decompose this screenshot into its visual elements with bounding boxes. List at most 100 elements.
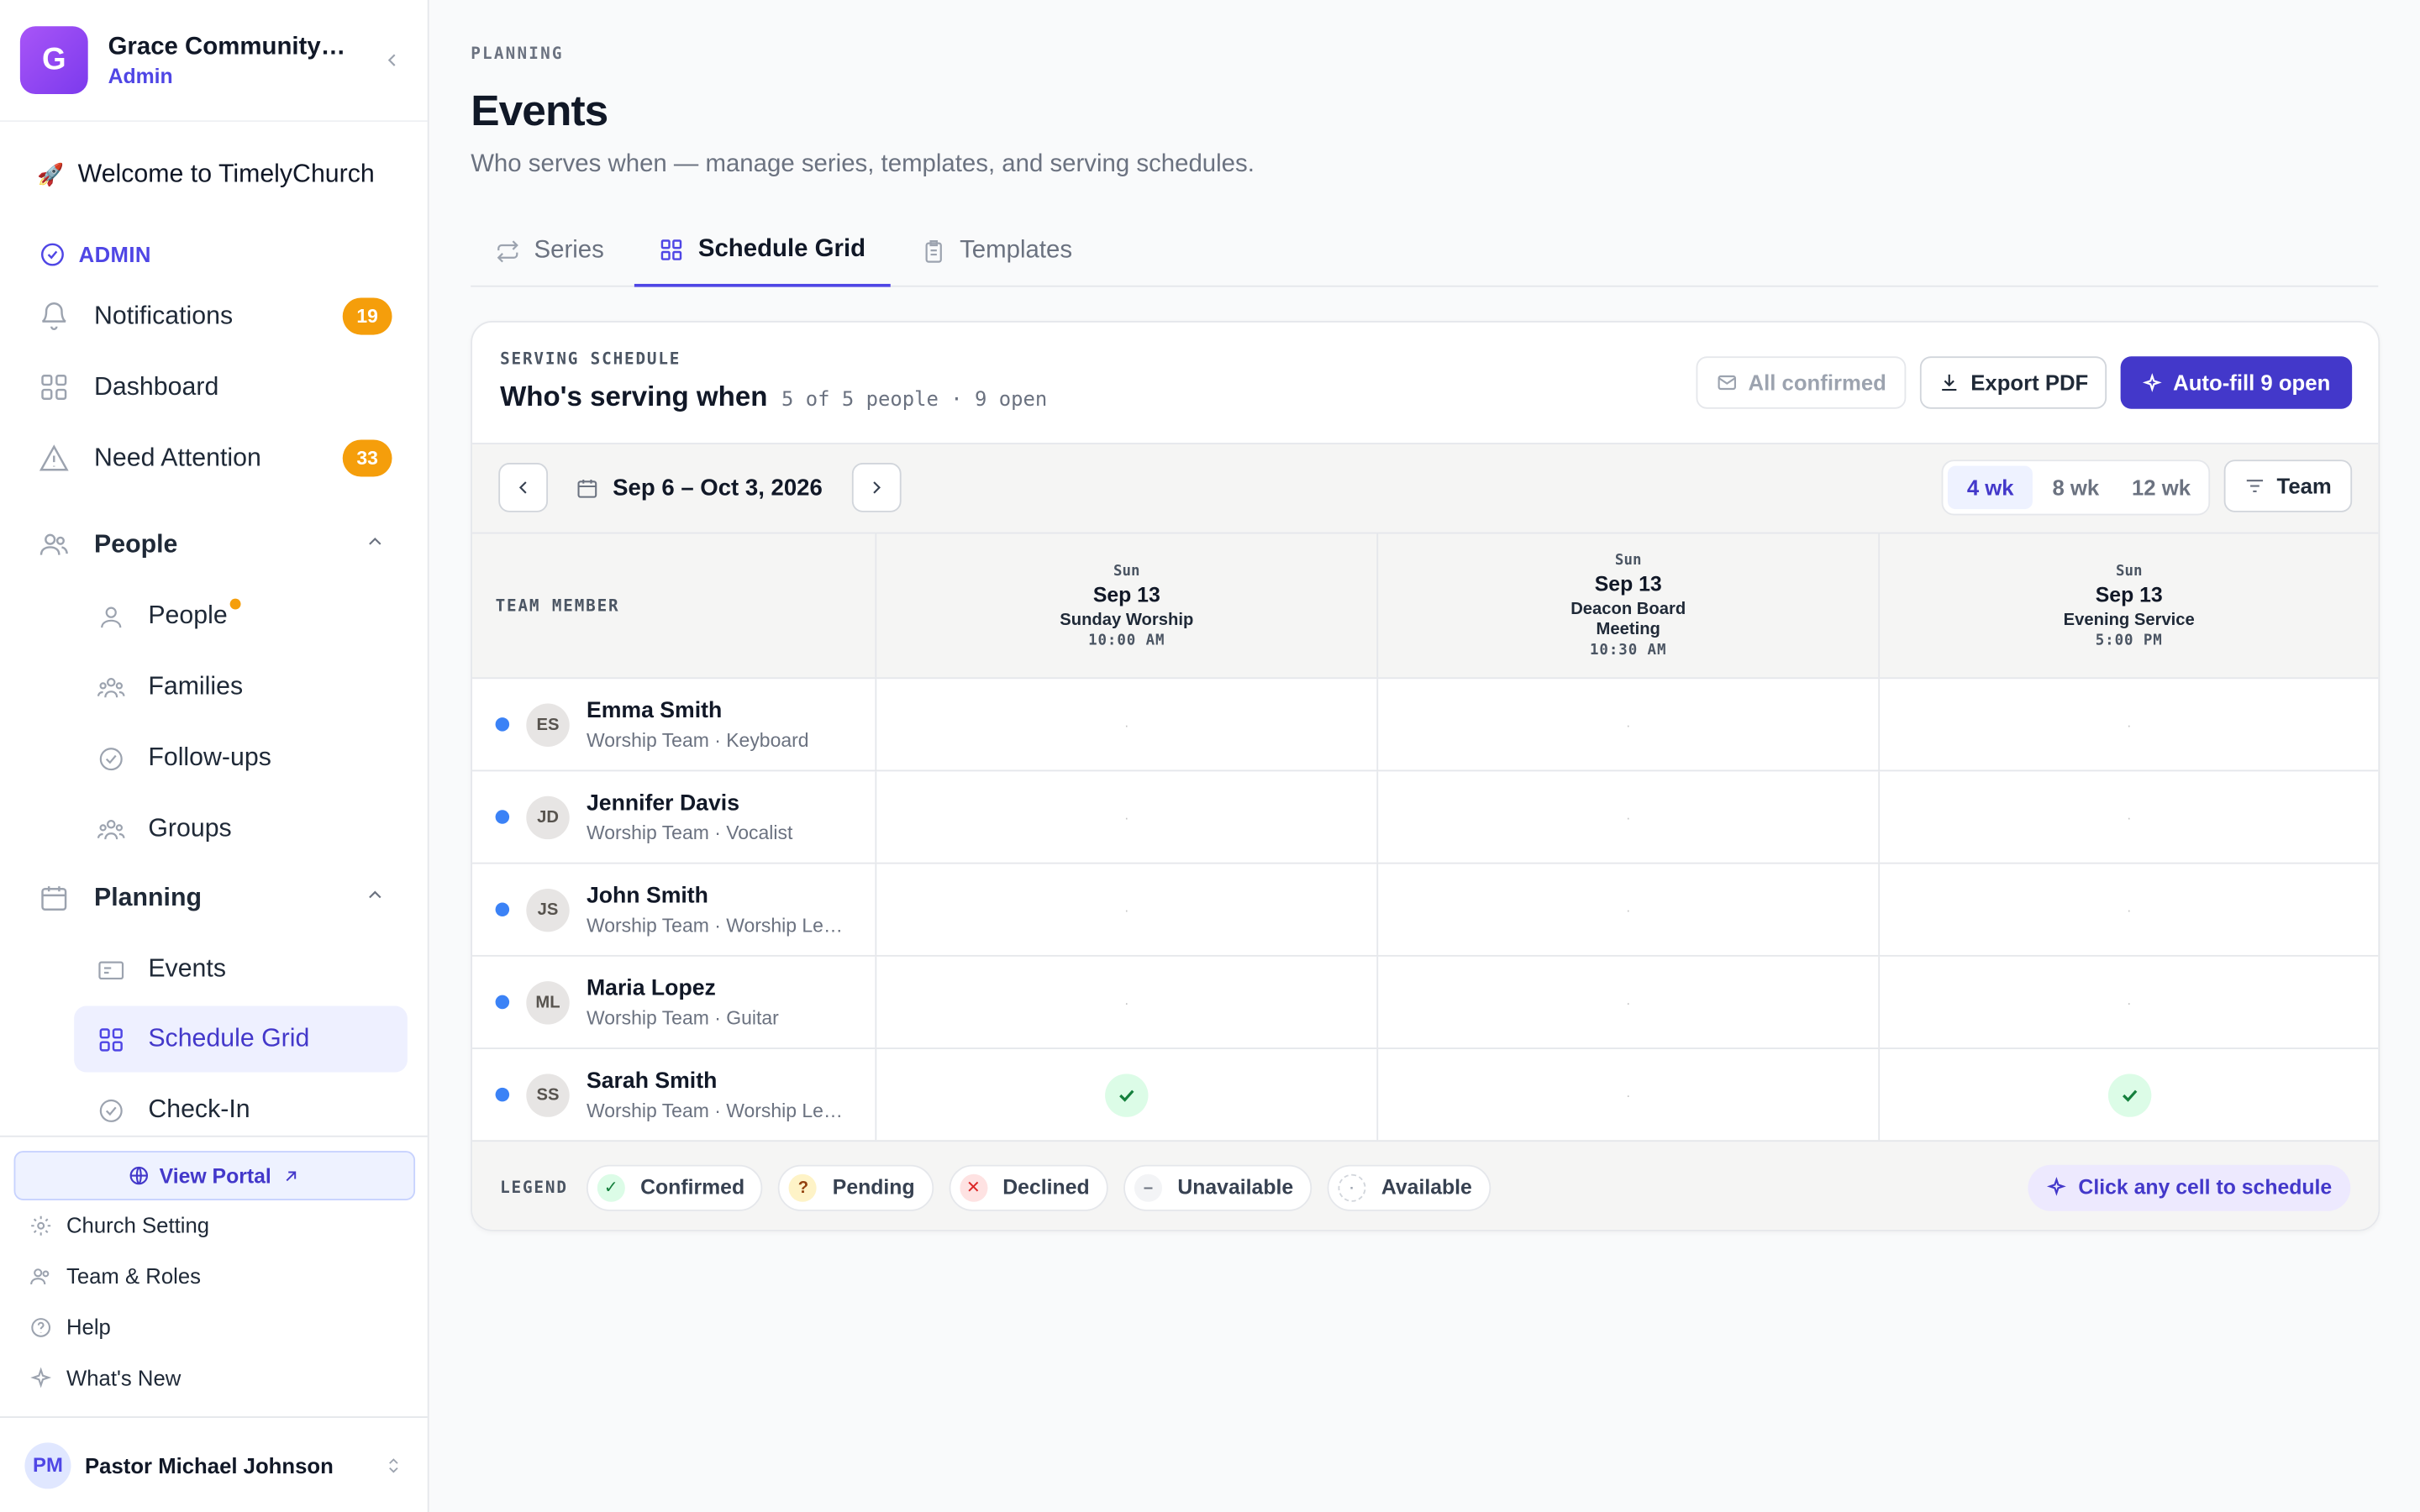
legend-declined: ✕ Declined bbox=[948, 1163, 1108, 1210]
legend-pending: ? Pending bbox=[778, 1163, 934, 1210]
team-roles-link[interactable]: Team & Roles bbox=[28, 1263, 201, 1289]
tabs: Series Schedule Grid Templates bbox=[471, 216, 2379, 287]
question-icon: ? bbox=[789, 1173, 818, 1201]
schedule-cell[interactable] bbox=[1880, 1049, 2378, 1140]
schedule-cell[interactable]: · bbox=[1880, 679, 2378, 769]
chevron-left-icon bbox=[518, 481, 527, 494]
nav-need-attention[interactable]: Need Attention 33 bbox=[37, 428, 392, 489]
team-filter-button[interactable]: Team bbox=[2223, 459, 2353, 512]
schedule-toolbar: Sep 6 – Oct 3, 2026 4 wk 8 wk 12 wk Team bbox=[472, 444, 2379, 534]
event-column-header[interactable]: Sun Sep 13 Sunday Worship 10:00 AM bbox=[876, 533, 1379, 678]
bell-icon bbox=[37, 299, 71, 333]
collapse-sidebar-icon[interactable] bbox=[376, 45, 408, 76]
team-member-cell[interactable]: JD Jennifer Davis Worship Team · Vocalist bbox=[472, 771, 877, 863]
sidebar: G Grace Community Church Admin 🚀 Welcome… bbox=[0, 0, 429, 1512]
whats-new-link[interactable]: What's New bbox=[28, 1365, 181, 1390]
legend-confirmed: ✓ Confirmed bbox=[586, 1163, 764, 1210]
nav-dashboard[interactable]: Dashboard bbox=[37, 356, 392, 417]
view-portal-button[interactable]: View Portal bbox=[13, 1151, 416, 1200]
member-role: Worship Team · Guitar bbox=[586, 1006, 779, 1029]
schedule-cell[interactable]: · bbox=[1880, 957, 2378, 1047]
nav-people[interactable]: People bbox=[74, 583, 408, 649]
chevron-up-icon bbox=[364, 884, 386, 913]
new-indicator-dot bbox=[230, 598, 242, 610]
nav-follow-ups[interactable]: Follow-ups bbox=[74, 725, 408, 791]
check-icon bbox=[2107, 1073, 2151, 1116]
all-confirmed-button[interactable]: All confirmed bbox=[1696, 356, 1907, 409]
avatar: ES bbox=[526, 702, 570, 747]
org-name[interactable]: Grace Community Church bbox=[108, 33, 348, 60]
range-8wk[interactable]: 8 wk bbox=[2033, 466, 2119, 509]
help-link[interactable]: Help bbox=[28, 1315, 111, 1339]
groups-icon bbox=[96, 814, 127, 845]
table-row: JD Jennifer Davis Worship Team · Vocalist ·… bbox=[472, 771, 2379, 864]
empty-marker: · bbox=[1124, 717, 1129, 732]
schedule-cell[interactable]: · bbox=[1378, 864, 1881, 955]
globe-icon bbox=[130, 1166, 149, 1185]
avatar: JD bbox=[526, 795, 570, 839]
check-icon bbox=[1105, 1073, 1149, 1116]
users-icon bbox=[28, 1263, 52, 1288]
prev-range-button[interactable] bbox=[498, 463, 549, 512]
admin-section-label: ADMIN bbox=[40, 242, 151, 267]
church-setting-link[interactable]: Church Setting bbox=[28, 1213, 209, 1237]
range-4wk[interactable]: 4 wk bbox=[1947, 465, 2033, 510]
schedule-cell[interactable] bbox=[876, 1048, 1379, 1141]
schedule-cell[interactable]: · bbox=[876, 771, 1379, 863]
team-member-cell[interactable]: JS John Smith Worship Team · Worship Leade… bbox=[472, 864, 877, 955]
table-row: ML Maria Lopez Worship Team · Guitar · · · bbox=[472, 956, 2379, 1049]
schedule-title: Who's serving when 5 of 5 people · 9 ope… bbox=[500, 381, 1048, 412]
nav-section-planning[interactable]: Planning bbox=[37, 867, 392, 928]
table-row: SS Sarah Smith Worship Team · Worship Lead… bbox=[472, 1048, 2379, 1142]
org-header: G Grace Community Church Admin bbox=[0, 0, 428, 123]
page-subtitle: Who serves when — manage series, templat… bbox=[471, 150, 1255, 178]
next-range-button[interactable] bbox=[851, 463, 902, 512]
team-member-cell[interactable]: ML Maria Lopez Worship Team · Guitar bbox=[472, 956, 877, 1048]
calendar-icon bbox=[577, 479, 597, 497]
mail-icon bbox=[1718, 375, 1736, 391]
schedule-cell[interactable]: · bbox=[876, 679, 1379, 770]
avatar: ML bbox=[526, 980, 570, 1024]
user-menu[interactable]: PM Pastor Michael Johnson bbox=[0, 1416, 428, 1512]
tab-templates[interactable]: Templates bbox=[897, 216, 1097, 286]
schedule-cell[interactable]: · bbox=[1378, 679, 1881, 770]
date-range[interactable]: Sep 6 – Oct 3, 2026 bbox=[576, 463, 823, 512]
chevron-right-icon bbox=[873, 481, 881, 494]
schedule-cell[interactable]: · bbox=[876, 864, 1379, 955]
schedule-cell[interactable]: · bbox=[876, 956, 1379, 1048]
nav-schedule-grid[interactable]: Schedule Grid bbox=[74, 1005, 408, 1073]
external-link-icon bbox=[286, 1170, 296, 1181]
tab-series[interactable]: Series bbox=[471, 216, 629, 286]
schedule-cell[interactable]: · bbox=[1880, 771, 2378, 862]
schedule-card-header: SERVING SCHEDULE Who's serving when 5 of… bbox=[472, 323, 2379, 444]
team-member-cell[interactable]: ES Emma Smith Worship Team · Keyboard bbox=[472, 679, 877, 770]
event-column-header[interactable]: Sun Sep 13 Deacon Board Meeting 10:30 AM bbox=[1378, 533, 1881, 678]
event-column-header[interactable]: Sun Sep 13 Evening Service 5:00 PM bbox=[1880, 533, 2378, 677]
export-pdf-button[interactable]: Export PDF bbox=[1919, 356, 2107, 409]
schedule-eyebrow: SERVING SCHEDULE bbox=[500, 349, 681, 369]
team-member-cell[interactable]: SS Sarah Smith Worship Team · Worship Lead… bbox=[472, 1048, 877, 1141]
schedule-cell[interactable]: · bbox=[1880, 864, 2378, 955]
member-name: Sarah Smith bbox=[586, 1068, 718, 1094]
member-role: Worship Team · Vocalist bbox=[586, 822, 793, 843]
nav-events[interactable]: Events bbox=[74, 937, 408, 1003]
clipboard-icon bbox=[921, 239, 945, 264]
table-row: ES Emma Smith Worship Team · Keyboard · · · bbox=[472, 679, 2379, 772]
dot-icon: · bbox=[1338, 1173, 1366, 1201]
member-name: Emma Smith bbox=[586, 698, 723, 723]
schedule-cell[interactable]: · bbox=[1378, 1048, 1881, 1141]
tab-schedule-grid[interactable]: Schedule Grid bbox=[634, 216, 891, 287]
sidebar-divider bbox=[0, 1135, 428, 1137]
auto-fill-button[interactable]: Auto-fill 9 open bbox=[2120, 356, 2353, 409]
nav-families[interactable]: Families bbox=[74, 654, 408, 721]
empty-marker: · bbox=[2126, 994, 2132, 1011]
schedule-cell[interactable]: · bbox=[1378, 771, 1881, 863]
nav-groups[interactable]: Groups bbox=[74, 796, 408, 863]
nav-notifications[interactable]: Notifications 19 bbox=[37, 286, 392, 347]
schedule-cell[interactable]: · bbox=[1378, 956, 1881, 1048]
range-12wk[interactable]: 12 wk bbox=[2118, 466, 2204, 509]
team-member-header: TEAM MEMBER bbox=[472, 533, 877, 678]
nav-section-people[interactable]: People bbox=[37, 514, 392, 575]
nav-check-in[interactable]: Check-In bbox=[74, 1077, 408, 1143]
welcome-link[interactable]: 🚀 Welcome to TimelyChurch bbox=[37, 160, 375, 190]
